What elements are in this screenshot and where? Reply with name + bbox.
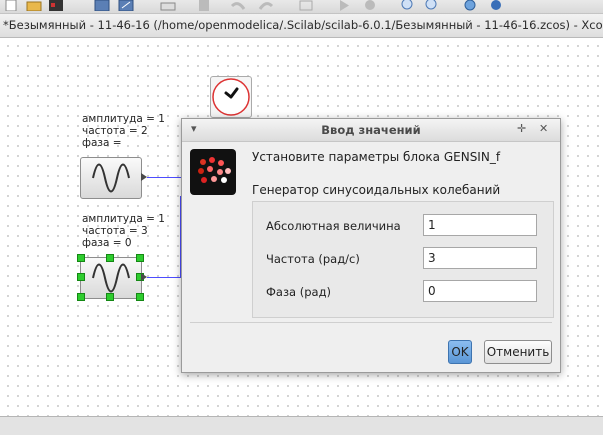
selection-handle[interactable] (77, 293, 85, 301)
field-label-amplitude: Абсолютная величина (266, 219, 401, 233)
new-icon[interactable] (4, 0, 22, 12)
fit-icon[interactable] (298, 0, 316, 11)
gensin-block-1[interactable] (80, 157, 142, 199)
field-label-phase: Фаза (рад) (266, 285, 332, 299)
selection-handle[interactable] (106, 293, 114, 301)
zoom-in-icon[interactable] (400, 0, 418, 11)
scilab-logo-icon (190, 149, 236, 195)
dialog-heading: Установите параметры блока GENSIN_f (252, 150, 501, 164)
block1-params-label: амплитуда = 1 частота = 2 фаза = (82, 113, 165, 149)
window-title: *Безымянный - 11-46-16 (/home/openmodeli… (3, 18, 603, 32)
dialog-title: Ввод значений (321, 123, 421, 137)
block2-params-label: амплитуда = 1 частота = 3 фаза = 0 (82, 213, 165, 249)
start-icon[interactable] (336, 0, 354, 11)
parameters-group: Абсолютная величина Частота (рад/с) Фаза… (252, 201, 554, 318)
save-icon[interactable] (94, 0, 112, 12)
dialog-titlebar: ▾ Ввод значений ✛ ✕ (182, 119, 560, 142)
image-icon[interactable] (48, 0, 66, 11)
close-icon[interactable]: ✕ (539, 122, 548, 135)
phase-input[interactable] (423, 280, 537, 302)
toolbar (0, 0, 603, 14)
clock-icon (212, 78, 250, 116)
parameters-dialog: ▾ Ввод значений ✛ ✕ Установите параметры… (181, 118, 561, 373)
save-as-icon[interactable] (118, 0, 136, 12)
browser-icon[interactable] (462, 0, 480, 11)
help-icon[interactable] (488, 0, 506, 11)
window-titlebar: *Безымянный - 11-46-16 (/home/openmodeli… (0, 14, 603, 38)
undo-icon[interactable] (230, 0, 248, 11)
selection-handle[interactable] (136, 254, 144, 262)
selection-handle[interactable] (77, 273, 85, 281)
wire-1[interactable] (147, 177, 181, 178)
dialog-subheading: Генератор синусоидальных колебаний (252, 183, 501, 197)
wire-2[interactable] (147, 277, 181, 278)
redo-icon[interactable] (258, 0, 276, 11)
dialog-separator (190, 322, 552, 323)
status-bar (0, 416, 603, 435)
frequency-input[interactable] (423, 247, 537, 269)
selection-handle[interactable] (106, 254, 114, 262)
delete-icon[interactable] (196, 0, 214, 11)
sine-wave-icon (92, 263, 130, 293)
clock-block[interactable] (210, 76, 252, 118)
sine-wave-icon (92, 163, 130, 193)
print-icon[interactable] (160, 0, 178, 11)
amplitude-input[interactable] (423, 214, 537, 236)
ok-button[interactable]: OK (448, 340, 472, 364)
open-icon[interactable] (26, 0, 44, 12)
stop-icon[interactable] (362, 0, 380, 11)
zoom-out-icon[interactable] (424, 0, 442, 11)
cancel-button[interactable]: Отменить (484, 340, 552, 364)
move-icon[interactable]: ✛ (517, 122, 526, 135)
selection-handle[interactable] (136, 293, 144, 301)
selection-handle[interactable] (77, 254, 85, 262)
field-label-frequency: Частота (рад/с) (266, 252, 360, 266)
